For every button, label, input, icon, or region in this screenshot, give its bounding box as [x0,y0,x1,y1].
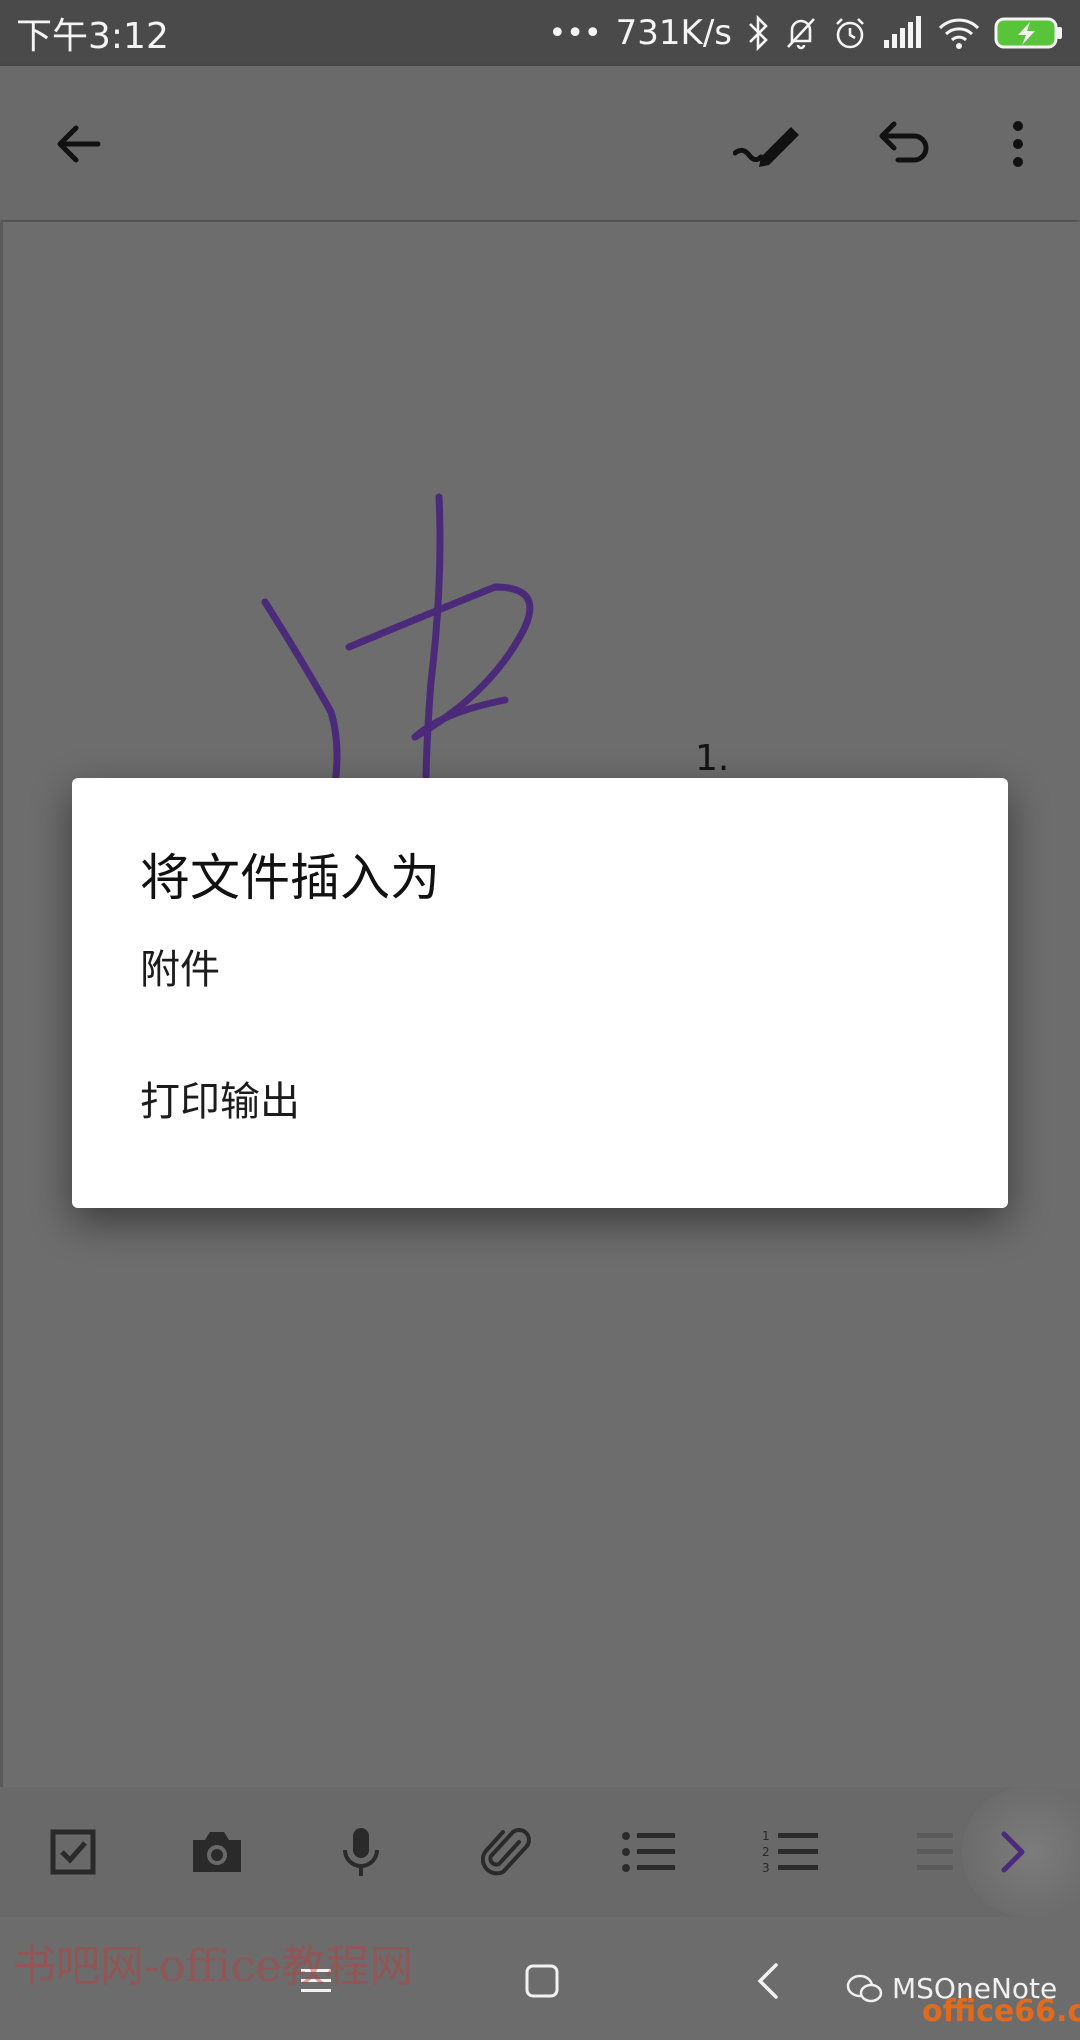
signal-icon [882,16,924,50]
checkbox-icon [50,1829,96,1875]
nav-home-button[interactable] [512,1951,572,2011]
office66-logo: office66.cn [916,1982,1080,2040]
status-bar: 下午3:12 ••• 731K/s [0,0,1080,66]
svg-text:3: 3 [762,1861,770,1875]
undo-icon [879,121,929,163]
numbered-list-icon: 1 2 3 [762,1829,818,1875]
camera-button[interactable] [182,1817,252,1887]
net-speed: 731K/s [615,13,732,53]
toolbar-next-button[interactable] [978,1817,1048,1887]
alarm-icon [832,15,868,51]
bullet-list-button[interactable] [614,1817,684,1887]
list-number[interactable]: 1. [695,738,729,779]
more-dots: ••• [548,15,602,51]
pen-button[interactable] [730,106,806,182]
back-chevron-icon [757,1963,778,1999]
more-options-button[interactable] [980,106,1056,182]
svg-text:1: 1 [762,1829,770,1843]
nav-back-button[interactable] [738,1951,798,2011]
svg-text:2: 2 [762,1845,770,1859]
back-arrow-icon [57,125,101,163]
home-square-icon [525,1964,559,1998]
undo-button[interactable] [866,106,942,182]
dialog-title: 将文件插入为 [140,849,440,907]
camera-icon [193,1832,241,1872]
indent-icon [917,1833,953,1870]
bullet-list-icon [622,1832,675,1872]
logo-text: office66.cn [922,1993,1080,2029]
bluetooth-icon [746,15,770,51]
option-attachment[interactable]: 附件 [140,930,940,1010]
more-vert-icon [1013,121,1023,167]
status-icons: ••• 731K/s [549,13,1064,53]
todo-checkbox-button[interactable] [38,1817,108,1887]
attach-file-button[interactable] [472,1817,542,1887]
back-button[interactable] [40,106,116,182]
wechat-icon [846,1974,883,2002]
watermark-left: 书吧网-office教程网 [12,1941,414,1992]
chevron-right-icon [1001,1831,1025,1873]
battery-charging-icon [994,15,1064,51]
microphone-button[interactable] [326,1817,396,1887]
app-bar [0,66,1080,220]
numbered-list-button[interactable]: 1 2 3 [756,1817,826,1887]
wifi-icon [938,16,980,50]
indent-button[interactable] [898,1817,968,1887]
insert-file-dialog: 将文件插入为 附件 打印输出 [72,778,1008,1208]
format-toolbar: 1 2 3 [0,1787,1080,1917]
microphone-icon [343,1828,379,1876]
status-time: 下午3:12 [16,16,169,57]
option-printout[interactable]: 打印输出 [140,1062,940,1142]
pen-icon [733,127,799,167]
silent-bell-icon [784,15,818,51]
paperclip-icon [481,1828,531,1876]
